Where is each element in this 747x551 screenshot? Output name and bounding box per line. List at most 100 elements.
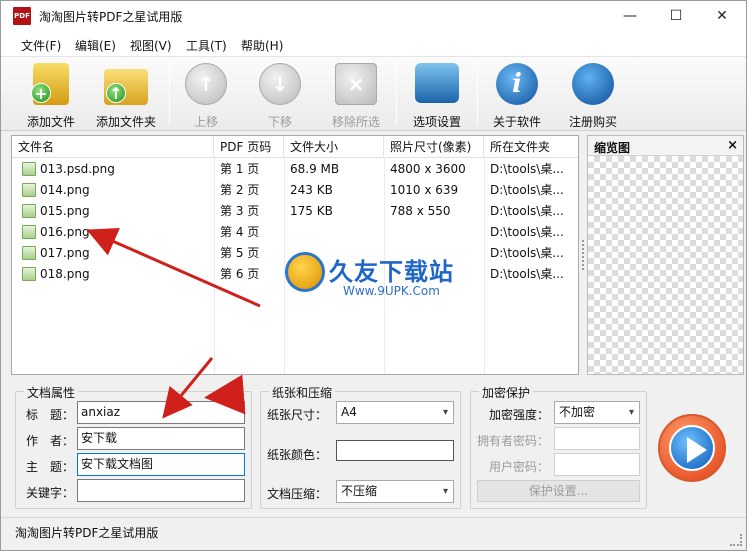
- options-button[interactable]: 选项设置: [405, 61, 469, 129]
- folder-cell: D:\tools\桌...: [490, 246, 564, 260]
- png-file-icon: [22, 204, 36, 218]
- column-dimensions[interactable]: 照片尺寸(像素): [384, 136, 484, 158]
- page-cell: 第 1 页: [220, 162, 260, 176]
- dims-cell: 4800 x 3600: [390, 162, 466, 176]
- watermark: 久友下载站 Www.9UPK.Com: [285, 248, 475, 302]
- arrow-up-icon: ↑: [185, 63, 227, 105]
- file-list-header: 文件名 PDF 页码 文件大小 照片尺寸(像素) 所在文件夹: [12, 136, 578, 158]
- watermark-logo-icon: [285, 252, 325, 292]
- chevron-down-icon: ▾: [628, 407, 634, 418]
- paper-size-select[interactable]: A4 ▾: [336, 401, 454, 424]
- subject-input[interactable]: 安下载文档图: [77, 453, 245, 476]
- title-bar: PDF 淘淘图片转PDF之星试用版 — ☐ ✕: [1, 1, 746, 31]
- start-convert-button[interactable]: [658, 414, 726, 482]
- toolbar-separator: [169, 63, 170, 125]
- settings-icon: [415, 63, 459, 103]
- compress-select[interactable]: 不压缩 ▾: [336, 480, 454, 503]
- page-cell: 第 5 页: [220, 246, 260, 260]
- close-button[interactable]: ✕: [699, 1, 745, 31]
- file-name: 018.png: [40, 267, 90, 281]
- thumbnail-title: 缩览图: [594, 141, 631, 155]
- file-name-cell: 017.png: [16, 243, 214, 264]
- png-file-icon: [22, 183, 36, 197]
- move-up-button[interactable]: ↑ 上移: [177, 61, 235, 129]
- move-down-label: 下移: [267, 115, 292, 129]
- keywords-input[interactable]: [77, 479, 245, 502]
- encrypt-strength-label: 加密强度：: [489, 408, 550, 422]
- resize-grip-icon[interactable]: [730, 534, 742, 546]
- table-row[interactable]: 015.png 第 3 页 175 KB 788 x 550 D:\tools\…: [12, 201, 578, 222]
- file-name-cell: 013.psd.png: [16, 159, 214, 180]
- author-input[interactable]: 安下载: [77, 427, 245, 450]
- chevron-down-icon: ▾: [442, 486, 448, 497]
- folder-cell: D:\tools\桌...: [490, 204, 564, 218]
- encrypt-group: 加密保护 加密强度： 不加密 ▾ 拥有者密码： 用户密码： 保护设置...: [470, 384, 647, 509]
- register-icon: [572, 63, 614, 105]
- page-cell: 第 4 页: [220, 225, 260, 239]
- table-row[interactable]: 016.png 第 4 页 D:\tools\桌...: [12, 222, 578, 243]
- app-window: PDF 淘淘图片转PDF之星试用版 — ☐ ✕ 文件(F) 编辑(E) 视图(V…: [0, 0, 747, 551]
- page-cell: 第 6 页: [220, 267, 260, 281]
- dims-cell: 1010 x 639: [390, 183, 459, 197]
- encrypt-strength-select[interactable]: 不加密 ▾: [554, 401, 640, 424]
- png-file-icon: [22, 246, 36, 260]
- table-row[interactable]: 013.psd.png 第 1 页 68.9 MB 4800 x 3600 D:…: [12, 159, 578, 180]
- remove-selected-label: 移除所选: [331, 115, 380, 129]
- status-bar: 淘淘图片转PDF之星试用版: [1, 517, 746, 550]
- keywords-label: 关键字：: [26, 486, 75, 500]
- column-filename[interactable]: 文件名: [12, 136, 214, 158]
- remove-selected-button[interactable]: × 移除所选: [325, 61, 387, 129]
- column-folder[interactable]: 所在文件夹: [484, 136, 578, 158]
- subject-label: 主 题：: [26, 460, 75, 474]
- title-input[interactable]: anxiaz: [77, 401, 245, 424]
- file-name-cell: 016.png: [16, 222, 214, 243]
- add-file-button[interactable]: + 添加文件: [19, 61, 83, 129]
- encrypt-strength-value: 不加密: [559, 405, 596, 419]
- menu-file[interactable]: 文件(F): [21, 37, 61, 54]
- page-cell: 第 2 页: [220, 183, 260, 197]
- about-button[interactable]: i 关于软件: [487, 61, 547, 129]
- doc-props-group: 文档属性 标 题： anxiaz 作 者： 安下载 主 题： 安下载文档图 关键…: [15, 384, 252, 509]
- play-icon: [669, 425, 715, 471]
- paper-group: 纸张和压缩 纸张尺寸： A4 ▾ 纸张颜色： 文档压缩： 不压缩 ▾: [260, 384, 461, 509]
- user-password-label: 用户密码：: [489, 460, 550, 474]
- move-up-label: 上移: [193, 115, 218, 129]
- info-icon: i: [496, 63, 538, 105]
- file-name: 016.png: [40, 225, 90, 239]
- folder-cell: D:\tools\桌...: [490, 162, 564, 176]
- thumbnail-close-icon[interactable]: ×: [727, 138, 738, 153]
- file-name-cell: 014.png: [16, 180, 214, 201]
- paper-color-picker[interactable]: [336, 440, 454, 461]
- add-folder-button[interactable]: ↑ 添加文件夹: [91, 61, 161, 129]
- move-down-button[interactable]: ↓ 下移: [251, 61, 309, 129]
- file-name-cell: 018.png: [16, 264, 214, 285]
- owner-password-input[interactable]: [554, 427, 640, 450]
- table-row[interactable]: 014.png 第 2 页 243 KB 1010 x 639 D:\tools…: [12, 180, 578, 201]
- column-size[interactable]: 文件大小: [284, 136, 384, 158]
- size-cell: 175 KB: [290, 204, 333, 218]
- menu-view[interactable]: 视图(V): [130, 37, 172, 54]
- column-page[interactable]: PDF 页码: [214, 136, 284, 158]
- png-file-icon: [22, 225, 36, 239]
- menu-edit[interactable]: 编辑(E): [75, 37, 116, 54]
- paper-size-label: 纸张尺寸：: [267, 408, 328, 422]
- doc-props-title: 文档属性: [24, 384, 79, 401]
- panel-splitter[interactable]: [579, 135, 587, 375]
- size-cell: 243 KB: [290, 183, 333, 197]
- maximize-button[interactable]: ☐: [653, 1, 699, 31]
- menu-help[interactable]: 帮助(H): [241, 37, 283, 54]
- paper-size-value: A4: [341, 405, 357, 419]
- owner-password-label: 拥有者密码：: [477, 434, 550, 448]
- user-password-input[interactable]: [554, 453, 640, 476]
- thumbnail-panel: 缩览图 ×: [587, 135, 744, 375]
- add-folder-icon: ↑: [104, 69, 148, 105]
- protect-settings-button[interactable]: 保护设置...: [477, 480, 640, 502]
- minimize-button[interactable]: —: [607, 1, 653, 31]
- menu-bar: 文件(F) 编辑(E) 视图(V) 工具(T) 帮助(H): [1, 31, 746, 57]
- file-name: 014.png: [40, 183, 90, 197]
- watermark-title: 久友下载站: [329, 258, 454, 286]
- register-button[interactable]: 注册购买: [561, 61, 625, 129]
- thumbnail-header: 缩览图 ×: [588, 136, 743, 156]
- menu-tools[interactable]: 工具(T): [186, 37, 227, 54]
- window-title: 淘淘图片转PDF之星试用版: [39, 10, 183, 24]
